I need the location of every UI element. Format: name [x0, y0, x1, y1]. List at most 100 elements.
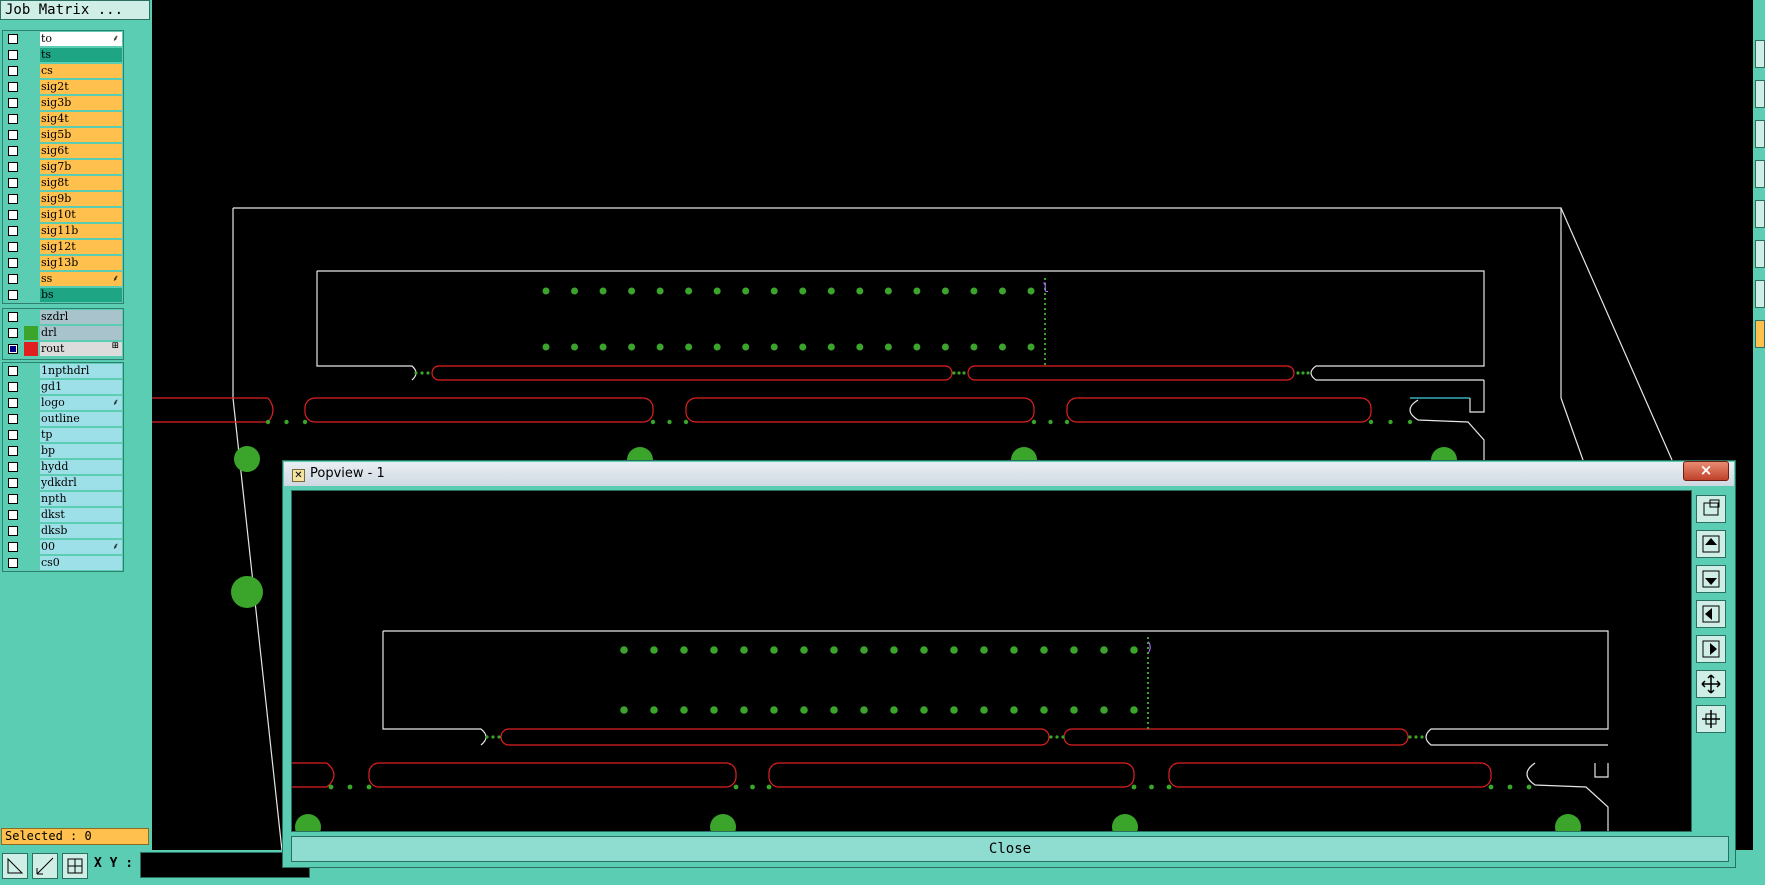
layer-checkbox[interactable]: [8, 290, 18, 300]
pan-left-button[interactable]: [1696, 600, 1726, 628]
layer-name[interactable]: cs: [40, 64, 122, 78]
layer-row[interactable]: sig2t: [3, 79, 123, 95]
layer-row[interactable]: sig6t: [3, 143, 123, 159]
layer-color-swatch[interactable]: [24, 176, 38, 190]
layer-checkbox[interactable]: [8, 146, 18, 156]
layer-row[interactable]: 1npthdrl: [3, 363, 123, 379]
layer-name[interactable]: rout: [40, 342, 122, 356]
zoom-in-button[interactable]: [1696, 670, 1726, 698]
layer-row[interactable]: sig7b: [3, 159, 123, 175]
layer-checkbox[interactable]: [8, 398, 18, 408]
layer-checkbox[interactable]: [8, 478, 18, 488]
layer-row[interactable]: dksb: [3, 523, 123, 539]
layer-checkbox[interactable]: [8, 462, 18, 472]
layer-row[interactable]: sig9b: [3, 191, 123, 207]
right-tool-button[interactable]: [1755, 240, 1765, 268]
layer-name[interactable]: cs0: [40, 556, 122, 570]
layer-checkbox[interactable]: [8, 414, 18, 424]
layer-checkbox[interactable]: [8, 494, 18, 504]
layer-checkbox[interactable]: [8, 242, 18, 252]
layer-checkbox[interactable]: [8, 226, 18, 236]
layer-color-swatch[interactable]: [24, 192, 38, 206]
layer-row[interactable]: hydd: [3, 459, 123, 475]
layer-color-swatch[interactable]: [24, 144, 38, 158]
right-tool-button[interactable]: [1755, 160, 1765, 188]
layer-row[interactable]: sig5b: [3, 127, 123, 143]
layer-row[interactable]: sig10t: [3, 207, 123, 223]
layer-name[interactable]: bp: [40, 444, 122, 458]
layer-name[interactable]: sig3b: [40, 96, 122, 110]
layer-color-swatch[interactable]: [24, 112, 38, 126]
layer-color-swatch[interactable]: [24, 64, 38, 78]
layer-name[interactable]: sig10t: [40, 208, 122, 222]
layer-name[interactable]: drl: [40, 326, 122, 340]
layer-color-swatch[interactable]: [24, 364, 38, 378]
layer-row[interactable]: tp: [3, 427, 123, 443]
layer-name[interactable]: 00: [40, 540, 122, 554]
layer-name[interactable]: dksb: [40, 524, 122, 538]
layer-row[interactable]: sig4t: [3, 111, 123, 127]
layer-name[interactable]: ydkdrl: [40, 476, 122, 490]
layer-row[interactable]: ts: [3, 47, 123, 63]
layer-color-swatch[interactable]: [24, 380, 38, 394]
right-tool-button[interactable]: [1755, 200, 1765, 228]
layer-name[interactable]: gd1: [40, 380, 122, 394]
layer-checkbox[interactable]: [8, 210, 18, 220]
layer-color-swatch[interactable]: [24, 396, 38, 410]
layer-color-swatch[interactable]: [24, 160, 38, 174]
layer-name[interactable]: npth: [40, 492, 122, 506]
layer-row[interactable]: outline: [3, 411, 123, 427]
layer-checkbox[interactable]: [8, 114, 18, 124]
layer-name[interactable]: ss: [40, 272, 122, 286]
layer-color-swatch[interactable]: [24, 240, 38, 254]
popview-canvas[interactable]: ): [291, 490, 1692, 832]
layer-name[interactable]: to: [40, 32, 122, 46]
layer-row[interactable]: cs: [3, 63, 123, 79]
layer-row[interactable]: logo ⸙: [3, 395, 123, 411]
layer-color-swatch[interactable]: [24, 208, 38, 222]
layer-color-swatch[interactable]: [24, 256, 38, 270]
layer-row[interactable]: drl: [3, 325, 123, 341]
layer-color-swatch[interactable]: [24, 80, 38, 94]
layer-name[interactable]: sig6t: [40, 144, 122, 158]
layer-checkbox[interactable]: [8, 258, 18, 268]
layer-color-swatch[interactable]: [24, 428, 38, 442]
layer-checkbox[interactable]: [8, 162, 18, 172]
layer-checkbox[interactable]: [8, 558, 18, 568]
layer-checkbox[interactable]: [8, 430, 18, 440]
layer-name[interactable]: szdrl: [40, 310, 122, 324]
layer-checkbox[interactable]: [8, 328, 18, 338]
right-tool-button[interactable]: [1755, 280, 1765, 308]
layer-name[interactable]: sig4t: [40, 112, 122, 126]
layer-color-swatch[interactable]: [24, 556, 38, 570]
layer-checkbox[interactable]: [8, 274, 18, 284]
layer-color-swatch[interactable]: [24, 224, 38, 238]
layer-name[interactable]: sig7b: [40, 160, 122, 174]
grid-tool-button[interactable]: [62, 853, 88, 879]
layer-row[interactable]: cs0: [3, 555, 123, 571]
layer-checkbox[interactable]: [8, 194, 18, 204]
layer-color-swatch[interactable]: [24, 476, 38, 490]
close-icon[interactable]: ×: [1683, 461, 1729, 481]
layer-color-swatch[interactable]: [24, 508, 38, 522]
layer-row[interactable]: ydkdrl: [3, 475, 123, 491]
layer-name[interactable]: ts: [40, 48, 122, 62]
layer-color-swatch[interactable]: [24, 326, 38, 340]
layer-name[interactable]: sig2t: [40, 80, 122, 94]
layer-checkbox[interactable]: [8, 66, 18, 76]
job-matrix-button[interactable]: Job Matrix ...: [0, 0, 150, 20]
pan-down-button[interactable]: [1696, 565, 1726, 593]
layer-color-swatch[interactable]: [24, 272, 38, 286]
layer-row[interactable]: bs: [3, 287, 123, 303]
pan-right-button[interactable]: [1696, 635, 1726, 663]
measure-tool-button[interactable]: [32, 853, 58, 879]
layer-row[interactable]: szdrl: [3, 309, 123, 325]
layer-checkbox[interactable]: [8, 526, 18, 536]
right-tool-button[interactable]: [1755, 320, 1765, 348]
zoom-home-button[interactable]: [1696, 495, 1726, 523]
layer-color-swatch[interactable]: [24, 460, 38, 474]
layer-row[interactable]: 00 ⸙: [3, 539, 123, 555]
layer-row[interactable]: dkst: [3, 507, 123, 523]
layer-name[interactable]: outline: [40, 412, 122, 426]
layer-name[interactable]: logo: [40, 396, 122, 410]
